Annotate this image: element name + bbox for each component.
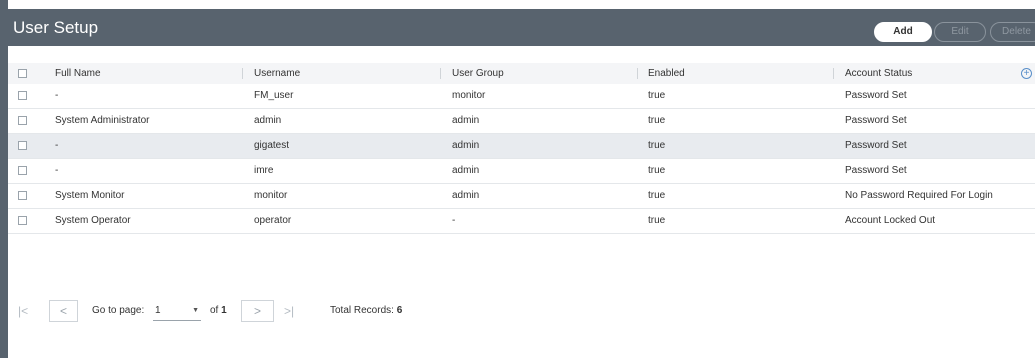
total-pages: 1	[221, 305, 227, 316]
cell-full-name: -	[55, 140, 59, 151]
row-checkbox[interactable]	[18, 116, 27, 125]
panel-header: User Setup Add Edit Delete	[8, 9, 1035, 46]
page-select[interactable]: 1 ▼	[153, 302, 201, 321]
row-checkbox[interactable]	[18, 216, 27, 225]
total-records-count: 6	[396, 305, 403, 316]
cell-user-group: admin	[452, 165, 480, 176]
cell-account-status: Password Set	[845, 165, 907, 176]
cell-username: monitor	[254, 190, 288, 201]
cell-enabled: true	[648, 115, 666, 126]
table-row[interactable]: System Administrator admin admin true Pa…	[8, 109, 1035, 134]
cell-account-status: Password Set	[845, 90, 907, 101]
total-records-label: Total Records:	[330, 305, 394, 316]
column-header-user-group[interactable]: User Group	[452, 63, 504, 84]
cell-username: admin	[254, 115, 282, 126]
cell-user-group: -	[452, 215, 456, 226]
edit-button[interactable]: Edit	[934, 22, 986, 42]
cell-username: FM_user	[254, 90, 294, 101]
pagination-bar: |< < Go to page: 1 ▼ of 1 > >| Total Rec…	[8, 300, 1035, 324]
page-select-value: 1	[155, 305, 161, 316]
prev-page-icon[interactable]: <	[49, 300, 78, 322]
add-column-icon[interactable]: +	[1021, 68, 1032, 79]
column-divider[interactable]	[242, 68, 243, 79]
row-checkbox[interactable]	[18, 141, 27, 150]
cell-user-group: admin	[452, 115, 480, 126]
of-label: of	[210, 305, 219, 316]
cell-user-group: admin	[452, 190, 480, 201]
last-page-icon[interactable]: >|	[284, 300, 294, 322]
table-row[interactable]: - imre admin true Password Set	[8, 159, 1035, 184]
table-row[interactable]: - gigatest admin true Password Set	[8, 134, 1035, 159]
cell-full-name: -	[55, 165, 59, 176]
table-row[interactable]: System Operator operator - true Account …	[8, 209, 1035, 234]
cell-user-group: monitor	[452, 90, 486, 101]
delete-button[interactable]: Delete	[990, 22, 1035, 42]
add-button[interactable]: Add	[874, 22, 932, 42]
first-page-icon[interactable]: |<	[18, 300, 28, 322]
cell-full-name: System Administrator	[55, 115, 150, 126]
cell-account-status: Password Set	[845, 115, 907, 126]
cell-enabled: true	[648, 165, 666, 176]
page-count: of 1	[210, 300, 227, 322]
table-row[interactable]: - FM_user monitor true Password Set	[8, 84, 1035, 109]
column-divider[interactable]	[637, 68, 638, 79]
column-divider[interactable]	[833, 68, 834, 79]
cell-enabled: true	[648, 90, 666, 101]
row-checkbox[interactable]	[18, 166, 27, 175]
cell-full-name: System Operator	[55, 215, 131, 226]
cell-account-status: Account Locked Out	[845, 215, 936, 226]
cell-enabled: true	[648, 215, 666, 226]
cell-username: operator	[254, 215, 292, 226]
go-to-page-label: Go to page:	[92, 305, 145, 316]
users-table: Full Name Username User Group Enabled Ac…	[8, 63, 1035, 234]
page-title: User Setup	[13, 18, 99, 37]
cell-username: imre	[254, 165, 274, 176]
cell-full-name: -	[55, 90, 59, 101]
cell-user-group: admin	[452, 140, 480, 151]
cell-account-status: Password Set	[845, 140, 907, 151]
column-header-enabled[interactable]: Enabled	[648, 63, 685, 84]
column-divider[interactable]	[440, 68, 441, 79]
row-checkbox[interactable]	[18, 191, 27, 200]
cell-account-status: No Password Required For Login	[845, 190, 993, 201]
column-header-account-status[interactable]: Account Status	[845, 63, 912, 84]
next-page-icon[interactable]: >	[241, 300, 274, 322]
cell-enabled: true	[648, 190, 666, 201]
cell-enabled: true	[648, 140, 666, 151]
total-records: Total Records: 6	[330, 300, 402, 322]
chevron-down-icon: ▼	[192, 307, 199, 314]
table-header-row: Full Name Username User Group Enabled Ac…	[8, 63, 1035, 84]
cell-full-name: System Monitor	[55, 190, 125, 201]
column-header-username[interactable]: Username	[254, 63, 300, 84]
select-all-checkbox[interactable]	[18, 69, 27, 78]
row-checkbox[interactable]	[18, 91, 27, 100]
table-row[interactable]: System Monitor monitor admin true No Pas…	[8, 184, 1035, 209]
left-edge-bar	[0, 0, 8, 358]
column-header-full-name[interactable]: Full Name	[55, 63, 101, 84]
cell-username: gigatest	[254, 140, 290, 151]
